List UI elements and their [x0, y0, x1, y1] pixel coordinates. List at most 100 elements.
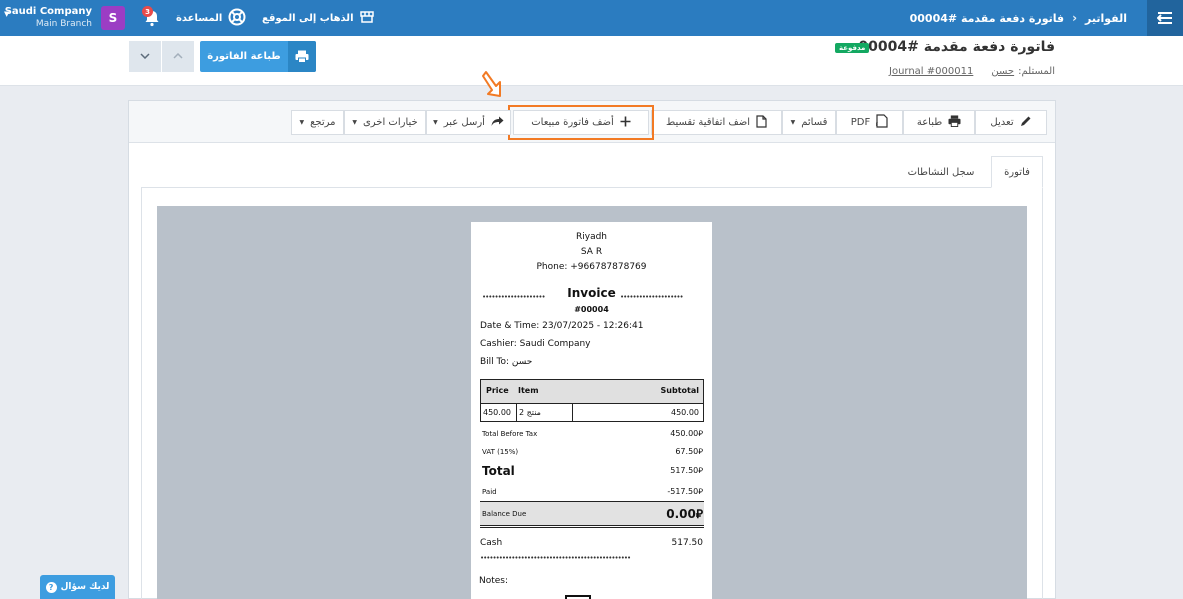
- before-tax-value: 450.00⃁: [670, 429, 703, 438]
- return-dropdown[interactable]: مرتجع ▼: [291, 110, 344, 135]
- receipt-table-header: Price Item Subtotal: [480, 379, 704, 403]
- print-label: طباعة: [916, 117, 943, 128]
- invoice-preview: Riyadh SA R Phone: +966787878769 •••••••…: [157, 206, 1027, 599]
- add-sales-invoice-button[interactable]: أضف فاتورة مبيعات: [508, 105, 654, 140]
- other-options-dropdown[interactable]: خيارات اخرى ▼: [344, 110, 426, 135]
- chevron-left-icon: ‹: [1072, 11, 1078, 25]
- receipt-number: #00004: [574, 305, 609, 314]
- paid-value: -517.50⃁: [667, 487, 703, 496]
- receipt-city: Riyadh: [575, 232, 607, 242]
- print-invoice-button[interactable]: طباعة الفاتورة: [200, 41, 316, 72]
- chevron-down-icon: [140, 51, 150, 62]
- share-arrow-icon: [491, 116, 504, 130]
- breadcrumb-current: فاتورة دفعة مقدمة #00004: [909, 11, 1065, 25]
- company-switcher[interactable]: ▼ Saudi Company Main Branch: [4, 6, 92, 30]
- col-item: Item: [518, 386, 539, 395]
- branch-name: Main Branch: [35, 19, 92, 29]
- question-icon: ?: [45, 581, 57, 593]
- menu-toggle-icon[interactable]: [1147, 0, 1183, 36]
- help-label: المساعدة: [176, 12, 223, 24]
- lists-label: قسائم: [801, 117, 828, 128]
- balance-due-label: Balance Due: [482, 510, 527, 518]
- recipient-info: المستلم: حسن: [991, 66, 1055, 77]
- next-record-button[interactable]: [129, 41, 161, 72]
- avatar[interactable]: S: [101, 6, 125, 30]
- edit-button[interactable]: تعديل: [975, 110, 1047, 135]
- printer-icon: [948, 115, 961, 130]
- col-subtotal: Subtotal: [660, 386, 699, 395]
- row-price: 450.00: [483, 408, 511, 417]
- document-icon: [756, 114, 767, 131]
- receipt-cashier: Cashier: Saudi Company: [480, 339, 591, 349]
- receipt-bill-to: Bill To: حسن: [480, 357, 533, 367]
- vat-value: 67.50⃁: [675, 447, 703, 456]
- breadcrumb: الفواتير ‹ فاتورة دفعة مقدمة #00004: [910, 0, 1127, 36]
- receipt-phone: Phone: +966787878769: [536, 262, 647, 272]
- previous-record-button[interactable]: [162, 41, 194, 72]
- caret-down-icon: ▼: [790, 119, 796, 126]
- tab-activity-log[interactable]: سجل النشاطات: [897, 156, 985, 188]
- row-subtotal: 450.00: [671, 408, 699, 417]
- table-row: 450.00 منتج 2 450.00: [480, 403, 704, 422]
- receipt-datetime: Date & Time: 23/07/2025 - 12:26:41: [480, 321, 644, 331]
- col-price: Price: [486, 386, 509, 395]
- page-header: فاتورة دفعة مقدمة #00004 مدفوعة المستلم:…: [0, 36, 1183, 86]
- send-via-dropdown[interactable]: أرسل عبر ▼: [426, 110, 511, 135]
- installment-label: اضف اتفاقية تقسيط: [665, 117, 751, 128]
- receipt-dots-right: ••••••••••••••••••••: [620, 293, 684, 301]
- cell-divider: [516, 404, 517, 421]
- lifebuoy-icon: [228, 8, 246, 29]
- receipt-country: SA R: [580, 247, 603, 257]
- ask-question-button[interactable]: لديك سؤال ?: [40, 575, 115, 599]
- status-badge: مدفوعة: [835, 43, 870, 53]
- cash-value: 517.50: [671, 538, 704, 548]
- store-icon: [359, 10, 374, 26]
- pdf-button[interactable]: PDF PDF: [836, 110, 903, 135]
- return-label: مرتجع: [310, 117, 336, 128]
- add-installment-button[interactable]: اضف اتفاقية تقسيط: [651, 110, 782, 135]
- pencil-icon: [1020, 115, 1032, 130]
- caret-down-icon: ▼: [299, 119, 305, 126]
- printer-icon: [288, 41, 316, 72]
- row-item: منتج 2: [519, 408, 541, 417]
- help-link[interactable]: المساعدة: [176, 8, 246, 28]
- notes-label: Notes:: [479, 576, 509, 586]
- print-button[interactable]: طباعة: [903, 110, 975, 135]
- recipient-label: المستلم:: [1018, 66, 1055, 77]
- chevron-up-icon: [173, 51, 183, 62]
- actions-toolbar: تعديل طباعة PDF PDF قسائم ▼ اضف اتفاقية …: [129, 101, 1055, 143]
- top-bar: الفواتير ‹ فاتورة دفعة مقدمة #00004 الذه…: [0, 0, 1183, 36]
- ask-question-label: لديك سؤال: [60, 582, 110, 592]
- recipient-link[interactable]: حسن: [991, 66, 1014, 77]
- double-divider-line: [480, 525, 704, 528]
- total-label: Total: [482, 464, 515, 478]
- cash-label: Cash: [480, 538, 503, 548]
- qr-code-icon: [565, 595, 591, 599]
- other-options-label: خيارات اخرى: [362, 117, 418, 128]
- paid-label: Paid: [482, 488, 497, 496]
- receipt-paper: Riyadh SA R Phone: +966787878769 •••••••…: [471, 222, 712, 599]
- lists-dropdown[interactable]: قسائم ▼: [782, 110, 836, 135]
- plus-icon: [620, 116, 631, 130]
- balance-due-value: 0.00⃁: [666, 507, 703, 521]
- add-sales-invoice-label: أضف فاتورة مبيعات: [531, 117, 614, 128]
- receipt-dots-divider: ••••••••••••••••••••••••••••••••••••••••…: [480, 554, 631, 562]
- breadcrumb-invoices-link[interactable]: الفواتير: [1085, 12, 1127, 25]
- goto-site-link[interactable]: الذهاب إلى الموقع: [262, 8, 374, 28]
- svg-text:PDF: PDF: [876, 122, 879, 127]
- before-tax-label: Total Before Tax: [482, 430, 538, 438]
- page-title: فاتورة دفعة مقدمة #00004: [858, 39, 1055, 55]
- company-name: Saudi Company: [4, 6, 92, 17]
- tab-invoice[interactable]: فاتورة: [991, 156, 1043, 188]
- invoice-panel: تعديل طباعة PDF PDF قسائم ▼ اضف اتفاقية …: [128, 100, 1056, 599]
- edit-label: تعديل: [990, 117, 1014, 128]
- arrow-down-icon: [482, 71, 501, 97]
- send-via-label: أرسل عبر: [443, 117, 485, 128]
- notification-count-badge: 3: [142, 6, 153, 17]
- journal-link[interactable]: Journal #000011: [889, 66, 973, 77]
- vat-label: VAT (15%): [482, 448, 519, 456]
- cell-divider: [572, 404, 573, 421]
- goto-site-label: الذهاب إلى الموقع: [262, 12, 354, 24]
- pdf-file-icon: PDF: [870, 114, 888, 131]
- caret-down-icon: ▼: [352, 119, 357, 126]
